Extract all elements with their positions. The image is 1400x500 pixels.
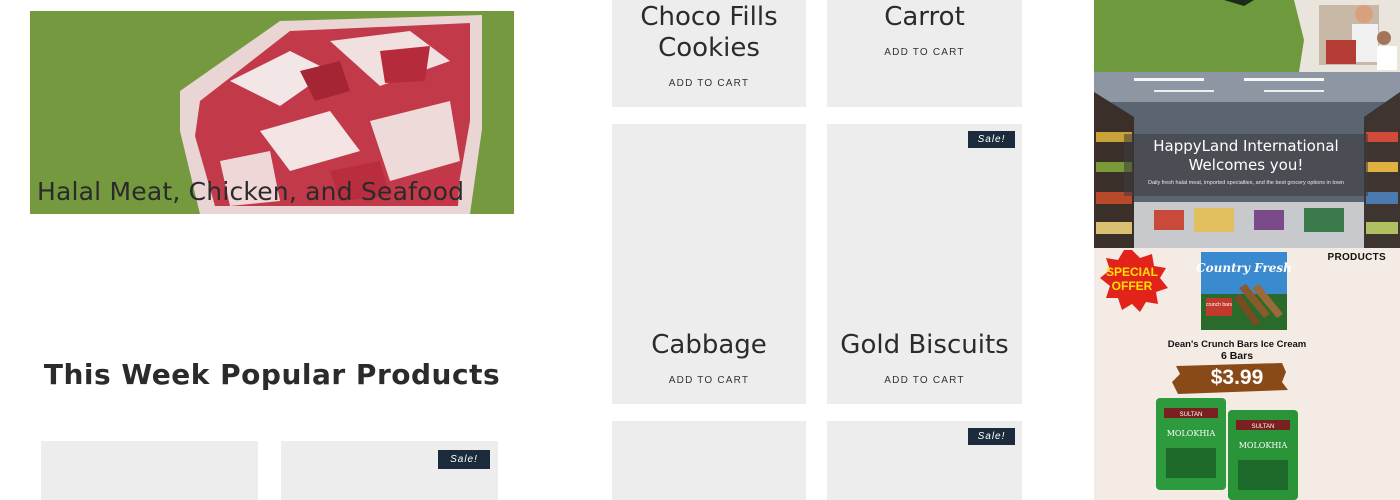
add-to-cart-button[interactable]: ADD TO CART xyxy=(827,47,1022,58)
molokhia-bag-brand-2: SULTAN xyxy=(1252,424,1275,430)
sale-badge: Sale! xyxy=(968,428,1015,445)
hero-banner[interactable]: Halal Meat, Chicken, and Seafood xyxy=(30,11,514,214)
ice-cream-brand: Country Fresh xyxy=(1196,261,1292,275)
sale-badge: Sale! xyxy=(438,450,490,469)
add-to-cart-button[interactable]: ADD TO CART xyxy=(827,375,1022,386)
hero-title: Halal Meat, Chicken, and Seafood xyxy=(37,177,465,206)
special-offer-badge-text-2: OFFER xyxy=(1112,279,1153,293)
offer-price: $3.99 xyxy=(1210,366,1264,389)
product-card-gold-biscuits[interactable]: Sale! Gold Biscuits ADD TO CART xyxy=(827,124,1022,404)
store-title: HappyLand International Welcomes you! xyxy=(1153,137,1339,174)
product-name: Choco Fills Cookies xyxy=(640,2,778,63)
offer-quantity: 6 Bars xyxy=(1220,350,1254,362)
product-card-popular-1[interactable] xyxy=(41,441,258,500)
product-card-cabbage[interactable]: Cabbage ADD TO CART xyxy=(612,124,806,404)
special-offer-badge-text-1: SPECIAL xyxy=(1106,265,1158,279)
store-subtitle: Daily fresh halal meat, imported special… xyxy=(1148,180,1344,186)
product-name: Gold Biscuits xyxy=(840,330,1009,360)
product-card-choco-fills[interactable]: Choco Fills Cookies ADD TO CART xyxy=(612,0,806,107)
ice-cream-package-text: crunch bars xyxy=(1206,302,1233,308)
product-card-partial-2[interactable]: Sale! xyxy=(827,421,1022,500)
promo-top-image[interactable] xyxy=(1094,0,1400,72)
product-card-partial-1[interactable] xyxy=(612,421,806,500)
sale-badge: Sale! xyxy=(968,131,1015,148)
promo-sidebar: HappyLand International Welcomes you! Da… xyxy=(1094,0,1400,500)
molokhia-bag-product-1: MOLOKHIA xyxy=(1167,429,1216,438)
special-offer-flyer[interactable]: PRODUCTS SPECIAL OFFER Country Fresh cru… xyxy=(1094,248,1400,500)
molokhia-bag-brand-1: SULTAN xyxy=(1180,412,1203,418)
molokhia-bag-product-2: MOLOKHIA xyxy=(1239,441,1288,450)
section-title: This Week Popular Products xyxy=(43,358,501,391)
add-to-cart-button[interactable]: ADD TO CART xyxy=(612,375,806,386)
product-card-carrot[interactable]: Carrot ADD TO CART xyxy=(827,0,1022,107)
product-name: Carrot xyxy=(884,2,965,32)
offer-product-name: Dean's Crunch Bars Ice Cream xyxy=(1167,339,1307,350)
product-card-popular-2[interactable]: Sale! xyxy=(281,441,498,500)
store-banner[interactable]: HappyLand International Welcomes you! Da… xyxy=(1094,72,1400,248)
add-to-cart-button[interactable]: ADD TO CART xyxy=(612,78,806,89)
product-name: Cabbage xyxy=(651,330,767,360)
